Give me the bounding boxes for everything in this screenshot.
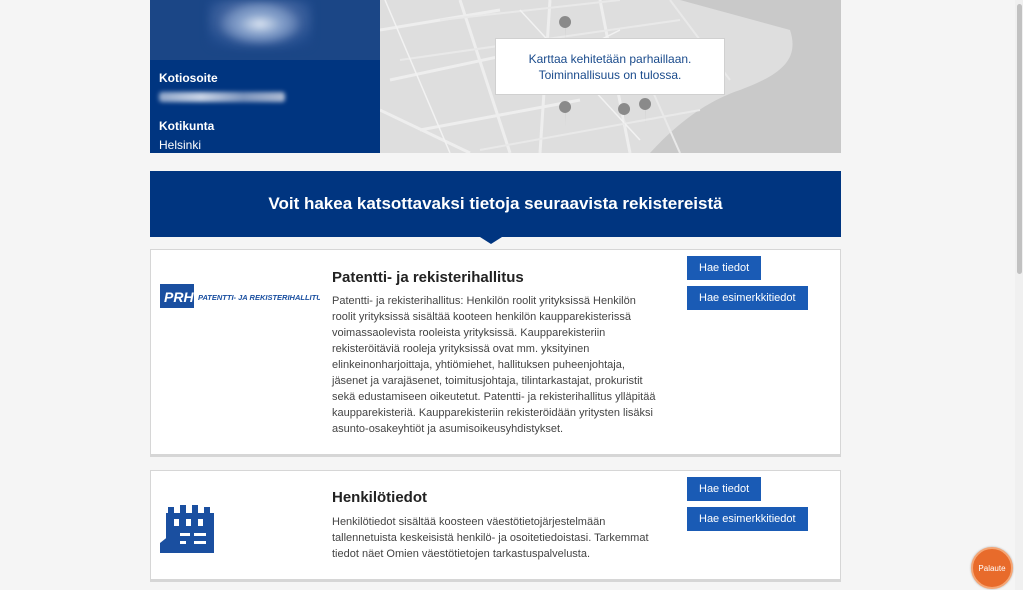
scrollbar-thumb[interactable] — [1017, 4, 1022, 274]
map-panel[interactable]: Karttaa kehitetään parhaillaan. Toiminna… — [380, 0, 841, 153]
home-municipality-label: Kotikunta — [159, 119, 215, 133]
home-address-label: Kotiosoite — [159, 71, 218, 85]
profile-and-map: Kotiosoite Kotikunta Helsinki Karttaa ke… — [150, 0, 841, 153]
register-card-personal-data: Henkilötiedot Henkilötiedot sisältää koo… — [150, 470, 841, 582]
register-description: Henkilötiedot sisältää koosteen väestöti… — [332, 516, 649, 560]
register-title: Henkilötiedot — [332, 489, 428, 506]
prh-logo-subtext: PATENTTI- JA REKISTERIHALLITUS — [198, 293, 320, 302]
fetch-data-button[interactable]: Hae tiedot — [687, 256, 762, 280]
banner-title: Voit hakea katsottavaksi tietoja seuraav… — [268, 194, 723, 213]
map-notice-line1: Karttaa kehitetään parhaillaan. — [528, 52, 692, 66]
home-municipality-value: Helsinki — [159, 138, 202, 152]
register-card-prh: PRH PATENTTI- JA REKISTERIHALLITUS Paten… — [150, 249, 841, 457]
register-title: Patentti- ja rekisterihallitus — [332, 269, 524, 286]
register-description: Patentti- ja rekisterihallitus: Henkilön… — [332, 295, 656, 435]
blurred-avatar-highlight — [220, 4, 300, 44]
fetch-sample-data-button[interactable]: Hae esimerkkitiedot — [687, 286, 808, 310]
registers-banner: Voit hakea katsottavaksi tietoja seuraav… — [150, 171, 841, 237]
feedback-button[interactable]: Palaute — [971, 547, 1013, 589]
home-address-value-redacted — [159, 92, 285, 102]
banner-pointer — [480, 237, 502, 244]
prh-logo: PRH PATENTTI- JA REKISTERIHALLITUS — [160, 282, 327, 310]
population-register-logo-icon — [160, 503, 218, 555]
map-notice: Karttaa kehitetään parhaillaan. Toiminna… — [495, 38, 725, 95]
feedback-label: Palaute — [978, 563, 1006, 573]
fetch-sample-data-button[interactable]: Hae esimerkkitiedot — [687, 507, 808, 531]
scrollbar[interactable] — [1015, 0, 1023, 590]
fetch-data-button[interactable]: Hae tiedot — [687, 477, 762, 501]
map-notice-line2: Toiminnallisuus on tulossa. — [538, 68, 682, 82]
prh-logo-text: PRH — [164, 289, 194, 305]
profile-panel: Kotiosoite Kotikunta Helsinki — [150, 0, 380, 153]
